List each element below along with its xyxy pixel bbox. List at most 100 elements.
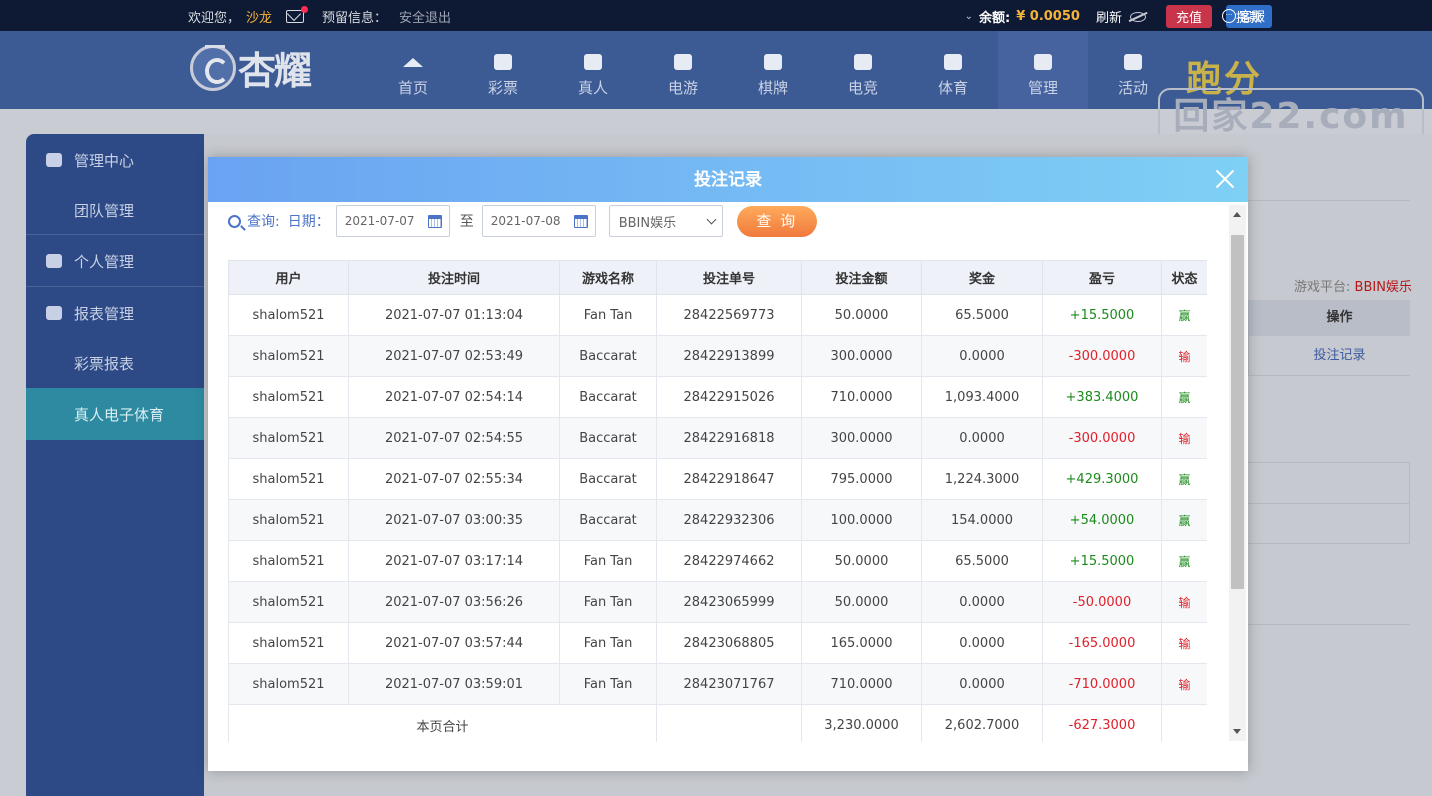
username[interactable]: 沙龙 [246, 7, 272, 26]
cell-prize: 154.0000 [921, 499, 1043, 541]
sidebar-item-management-center[interactable]: 管理中心 [26, 134, 204, 186]
nav-item-label: 首页 [397, 79, 428, 97]
sidebar-item-personal-management[interactable]: 个人管理 [26, 235, 204, 287]
cell-time: 2021-07-07 02:53:49 [348, 335, 560, 377]
cell-order: 28423068805 [656, 622, 802, 664]
cell-status: 输 [1161, 581, 1207, 623]
reserve-info-label: 预留信息： [322, 11, 388, 26]
empty-table-rows [1248, 462, 1410, 544]
cell-profit: +15.5000 [1042, 294, 1162, 336]
cell-game: Fan Tan [559, 540, 657, 582]
scroll-down-icon[interactable] [1233, 729, 1241, 734]
query-bar: 查询: 日期： 2021-07-07 至 2021-07-08 BBIN娱乐 查… [228, 205, 817, 237]
search-icon [228, 214, 241, 228]
cell-bet: 300.0000 [801, 335, 922, 377]
cell-game: Baccarat [559, 335, 657, 377]
cell-time: 2021-07-07 01:13:04 [348, 294, 560, 336]
platform-select[interactable]: BBIN娱乐 [608, 205, 723, 237]
nav-item-7[interactable]: users-icon 管理 [998, 31, 1088, 109]
cell-prize: 65.5000 [921, 294, 1043, 336]
sidebar-item-label: 彩票报表 [74, 354, 135, 373]
cell-status: 赢 [1161, 294, 1207, 336]
cell-status: 输 [1161, 622, 1207, 664]
nav-item-label: 电游 [667, 79, 698, 97]
col-header: 盈亏 [1042, 260, 1162, 295]
sidebar-item-label: 报表管理 [74, 304, 135, 323]
nav-item-3[interactable]: slot-icon 电游 [638, 31, 728, 109]
users-icon: users-icon [1034, 54, 1052, 70]
nav-item-6[interactable]: trophy-icon 体育 [908, 31, 998, 109]
sidebar-item-label: 团队管理 [74, 201, 135, 220]
cell-order: 28422918647 [656, 458, 802, 500]
cell-user: shalom521 [228, 417, 349, 459]
close-icon[interactable] [1214, 168, 1236, 190]
cell-prize: 0.0000 [921, 581, 1043, 623]
nav-item-0[interactable]: home-icon 首页 [368, 31, 458, 109]
cell-user: shalom521 [228, 663, 349, 705]
customer-service-link[interactable]: ··· 客服 [1222, 6, 1265, 25]
cell-bet: 165.0000 [801, 622, 922, 664]
lottery-icon: lottery-icon [494, 54, 512, 70]
calendar-icon[interactable] [573, 215, 588, 228]
calendar-icon[interactable] [427, 215, 442, 228]
sidebar-item-team-management[interactable]: 团队管理 [26, 184, 204, 236]
query-button[interactable]: 查 询 [736, 205, 817, 237]
brand-logo[interactable]: 杏耀 [190, 40, 312, 95]
cell-prize: 1,224.3000 [921, 458, 1043, 500]
cell-status: 输 [1161, 663, 1207, 705]
sidebar-item-live-electronic-sports[interactable]: 真人电子体育 [26, 388, 204, 440]
table-header-row: 用户 投注时间 游戏名称 投注单号 投注金额 奖金 盈亏 状态 [228, 260, 1207, 295]
nav-item-2[interactable]: live-icon 真人 [548, 31, 638, 109]
cell-order: 28422913899 [656, 335, 802, 377]
bet-records-table-wrap: 用户 投注时间 游戏名称 投注单号 投注金额 奖金 盈亏 状态 shalom52… [228, 260, 1207, 742]
sidebar-item-report-management[interactable]: 报表管理 [26, 287, 204, 339]
modal-header: 投注记录 [208, 157, 1248, 202]
refresh-link[interactable]: 刷新 [1096, 7, 1122, 26]
nav-item-1[interactable]: lottery-icon 彩票 [458, 31, 548, 109]
mail-icon[interactable] [286, 6, 309, 23]
logo-text: 杏耀 [238, 49, 312, 93]
cell-game: Fan Tan [559, 294, 657, 336]
bet-records-link[interactable]: 投注记录 [1249, 336, 1410, 376]
cell-bet: 795.0000 [801, 458, 922, 500]
table-row: shalom521 2021-07-07 02:53:49 Baccarat 2842… [228, 335, 1207, 377]
sidebar: 管理中心 团队管理 个人管理 报表管理 彩票报表 真人电子体育 [26, 134, 204, 796]
table-row: shalom521 2021-07-07 02:54:55 Baccarat 2842… [228, 417, 1207, 459]
cell-bet: 710.0000 [801, 663, 922, 705]
cell-time: 2021-07-07 03:17:14 [348, 540, 560, 582]
notification-dot [301, 6, 309, 13]
cell-profit: -50.0000 [1042, 581, 1162, 623]
table-row: shalom521 2021-07-07 03:17:14 Fan Tan 28422… [228, 540, 1207, 582]
cell-game: Baccarat [559, 499, 657, 541]
users-icon [46, 153, 62, 167]
hide-eye-icon[interactable] [1129, 11, 1146, 22]
gift-icon: gift-icon [1124, 54, 1142, 70]
nav-item-4[interactable]: cards-icon 棋牌 [728, 31, 818, 109]
total-row: 本页合计 3,230.0000 2,602.7000 -627.3000 [228, 704, 1207, 742]
scroll-thumb[interactable] [1231, 235, 1244, 589]
cell-bet: 100.0000 [801, 499, 922, 541]
top-bar: 欢迎您， 沙龙 预留信息： 安全退出 ⌄ 余额: ¥ 0.0050 刷新 充值 … [0, 0, 1432, 31]
scroll-up-icon[interactable] [1233, 212, 1241, 217]
logout-link[interactable]: 安全退出 [399, 7, 451, 26]
sidebar-item-lottery-report[interactable]: 彩票报表 [26, 337, 204, 389]
cell-user: shalom521 [228, 581, 349, 623]
table-row: shalom521 2021-07-07 03:00:35 Baccarat 2842… [228, 499, 1207, 541]
recharge-button[interactable]: 充值 [1165, 5, 1212, 28]
chevron-down-icon[interactable]: ⌄ [965, 11, 973, 22]
balance-value: ¥ 0.0050 [1016, 9, 1080, 24]
cell-bet: 300.0000 [801, 417, 922, 459]
cell-user: shalom521 [228, 622, 349, 664]
scrollbar[interactable] [1229, 205, 1246, 741]
sidebar-item-label: 真人电子体育 [74, 405, 165, 424]
query-label: 查询: [247, 214, 280, 230]
cell-user: shalom521 [228, 335, 349, 377]
col-header: 投注单号 [656, 260, 802, 295]
gamepad-icon: gamepad-icon [854, 54, 872, 70]
cell-game: Baccarat [559, 417, 657, 459]
date-label: 日期： [287, 214, 330, 230]
date-from-input[interactable]: 2021-07-07 [335, 205, 450, 237]
date-to-input[interactable]: 2021-07-08 [481, 205, 596, 237]
nav-item-5[interactable]: gamepad-icon 电竞 [818, 31, 908, 109]
bet-records-table: 用户 投注时间 游戏名称 投注单号 投注金额 奖金 盈亏 状态 shalom52… [228, 260, 1207, 742]
